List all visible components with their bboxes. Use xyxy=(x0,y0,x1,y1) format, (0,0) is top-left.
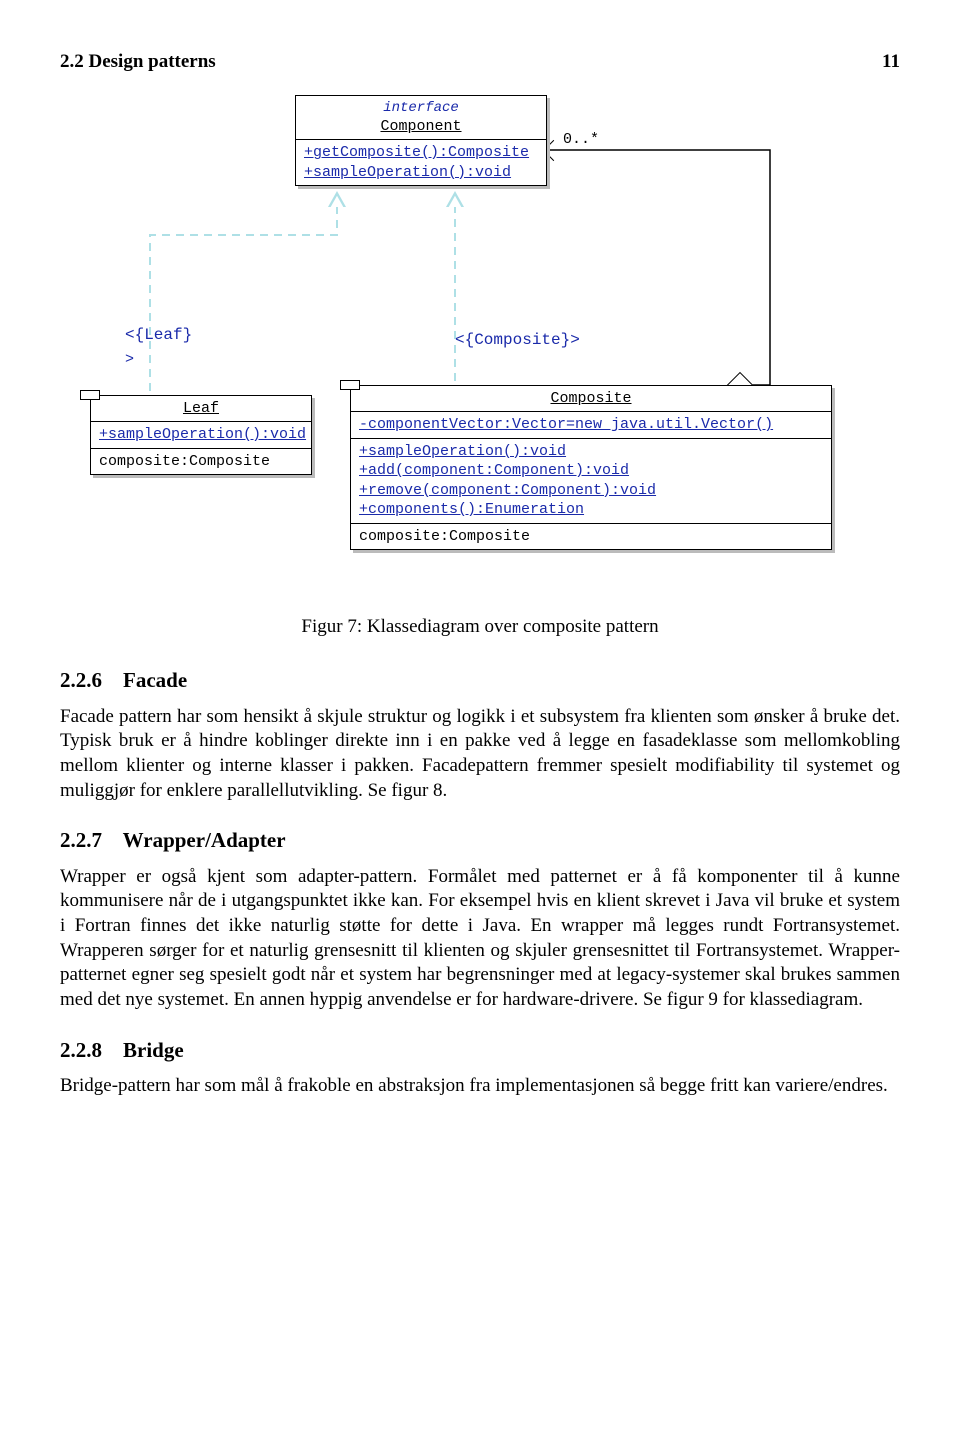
uml-attr: -componentVector:Vector=new java.util.Ve… xyxy=(359,415,823,435)
uml-op: +sampleOperation():void xyxy=(99,425,303,445)
header-right: 11 xyxy=(882,50,900,75)
page-header: 2.2 Design patterns 11 xyxy=(60,50,900,75)
header-left: 2.2 Design patterns xyxy=(60,50,216,75)
uml-op: +add(component:Component):void xyxy=(359,461,823,481)
body-paragraph: Wrapper er også kjent som adapter-patter… xyxy=(60,865,900,1013)
package-tab-icon xyxy=(80,390,100,400)
uml-diagram: 0..* interface Component +getComposite()… xyxy=(60,95,900,605)
section-title: Bridge xyxy=(123,1038,184,1062)
leaf-arrow-icon: > xyxy=(125,350,134,370)
uml-class-header: Composite xyxy=(351,386,831,413)
composite-label: <{Composite}> xyxy=(455,330,580,351)
leaf-label: <{Leaf} xyxy=(125,325,192,346)
uml-class-leaf: Leaf +sampleOperation():void composite:C… xyxy=(90,395,312,476)
section-title: Wrapper/Adapter xyxy=(123,828,286,852)
uml-op: +sampleOperation():void xyxy=(359,442,823,462)
uml-op: +sampleOperation():void xyxy=(304,163,538,183)
uml-class-header: interface Component xyxy=(296,96,546,141)
section-number: 2.2.7 xyxy=(60,828,102,852)
multiplicity-label: 0..* xyxy=(563,130,599,150)
section-heading: 2.2.7 Wrapper/Adapter xyxy=(60,827,900,854)
realization-arrow-icon xyxy=(328,191,346,207)
uml-role: composite:Composite xyxy=(359,527,823,547)
figure-caption: Figur 7: Klassediagram over composite pa… xyxy=(60,615,900,640)
uml-class-header: Leaf xyxy=(91,396,311,423)
section-number: 2.2.6 xyxy=(60,668,102,692)
body-paragraph: Bridge-pattern har som mål å frakoble en… xyxy=(60,1074,900,1099)
class-name: Composite xyxy=(359,389,823,409)
section-title: Facade xyxy=(123,668,187,692)
uml-ops: +sampleOperation():void xyxy=(91,422,311,449)
uml-op: +components():Enumeration xyxy=(359,500,823,520)
package-tab-icon xyxy=(340,380,360,390)
uml-ops: +sampleOperation():void +add(component:C… xyxy=(351,439,831,524)
body-paragraph: Facade pattern har som hensikt å skjule … xyxy=(60,705,900,804)
uml-op: +getComposite():Composite xyxy=(304,143,538,163)
uml-attrs: -componentVector:Vector=new java.util.Ve… xyxy=(351,412,831,439)
section-number: 2.2.8 xyxy=(60,1038,102,1062)
uml-op: +remove(component:Component):void xyxy=(359,481,823,501)
section-heading: 2.2.6 Facade xyxy=(60,667,900,694)
stereotype: interface xyxy=(304,99,538,117)
uml-bottom: composite:Composite xyxy=(351,524,831,550)
uml-bottom: composite:Composite xyxy=(91,449,311,475)
realization-arrow-icon xyxy=(446,191,464,207)
uml-ops: +getComposite():Composite +sampleOperati… xyxy=(296,140,546,185)
class-name: Leaf xyxy=(99,399,303,419)
uml-class-component: interface Component +getComposite():Comp… xyxy=(295,95,547,187)
uml-role: composite:Composite xyxy=(99,452,303,472)
class-name: Component xyxy=(304,117,538,137)
section-heading: 2.2.8 Bridge xyxy=(60,1037,900,1064)
uml-class-composite: Composite -componentVector:Vector=new ja… xyxy=(350,385,832,551)
